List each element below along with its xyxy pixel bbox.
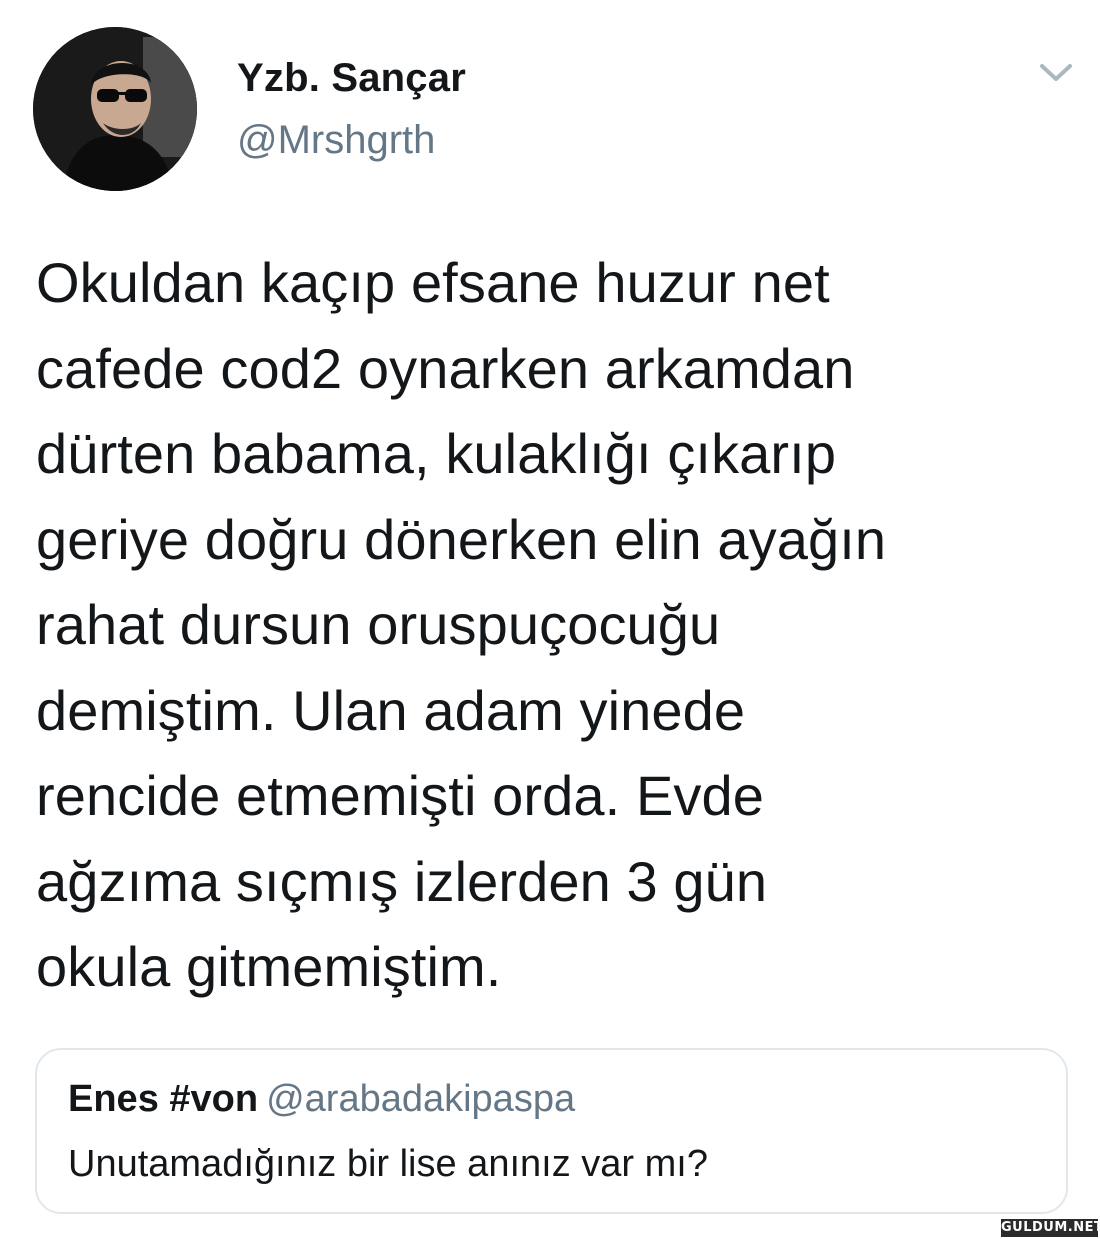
tweet-text-line: okula gitmemiştim. — [36, 935, 502, 998]
quoted-tweet-card[interactable]: Enes #von @arabadakipaspa Unutamadığınız … — [35, 1048, 1068, 1214]
quoted-tweet-handle: @arabadakipaspa — [266, 1078, 576, 1120]
author-handle[interactable]: @Mrshgrth — [237, 118, 435, 163]
quoted-tweet-text: Unutamadığınız bir lise anınız var mı? — [68, 1143, 708, 1185]
author-display-name[interactable]: Yzb. Sançar — [237, 56, 466, 101]
avatar-photo — [33, 27, 197, 191]
tweet-text-line: demiştim. Ulan adam yinede — [36, 678, 746, 742]
tweet-text-line: rahat dursun oruspuçocuğu — [36, 593, 721, 656]
tweet-text-line: rencide etmemişti orda. Evde — [36, 764, 765, 827]
tweet-text: Okuldan kaçıp efsane huzur net cafede co… — [36, 240, 1076, 1010]
tweet-text-line: dürten babama, kulaklığı çıkarıp — [36, 422, 837, 485]
tweet-text-line: Okuldan kaçıp efsane huzur net — [36, 251, 830, 314]
quoted-tweet-header: Enes #von @arabadakipaspa — [68, 1078, 575, 1121]
chevron-down-icon[interactable] — [1036, 58, 1076, 88]
tweet-text-line: geriye doğru dönerken elin ayağın — [36, 507, 887, 571]
watermark-logo: GULDUM.NET — [1001, 1219, 1100, 1237]
author-avatar[interactable] — [33, 27, 197, 191]
quoted-tweet-display-name: Enes #von — [68, 1078, 259, 1120]
tweet-text-line: cafede cod2 oynarken arkamdan — [36, 336, 855, 400]
tweet-text-line: ağzıma sıçmış izlerden 3 gün — [36, 849, 768, 913]
